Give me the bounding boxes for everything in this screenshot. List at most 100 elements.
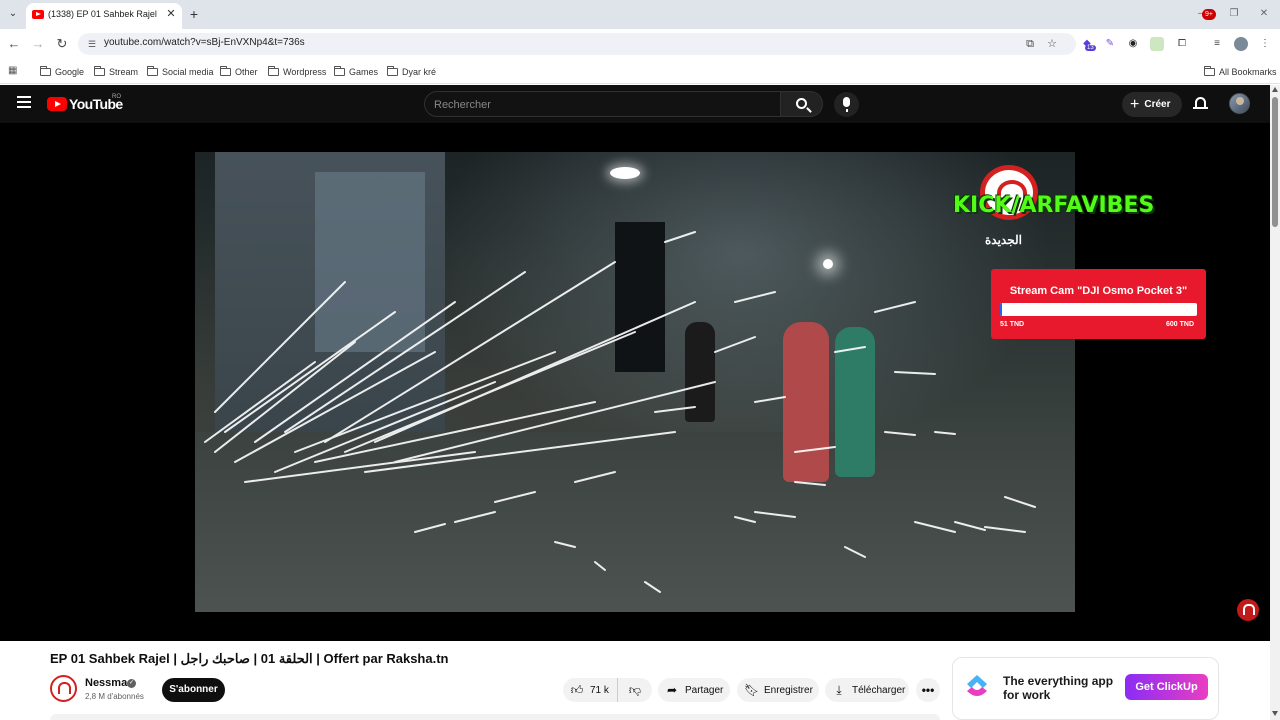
create-button[interactable]: + Créer	[1122, 92, 1182, 117]
scroll-thumb[interactable]	[1272, 97, 1278, 227]
back-arrow-icon[interactable]: ←	[6, 36, 22, 52]
channel-avatar[interactable]	[50, 675, 77, 702]
forward-arrow-icon[interactable]: →	[30, 36, 46, 52]
notification-badge: 9+	[1202, 9, 1216, 20]
verified-check-icon: ✓	[127, 679, 136, 688]
download-button[interactable]: ⤓ Télécharger	[825, 678, 909, 702]
share-label: Partager	[685, 684, 724, 696]
bookmark-label: Wordpress	[283, 66, 327, 77]
browser-toolbar: ← → ↻ ☰ youtube.com/watch?v=sBj-EnVXNp4&…	[0, 29, 1280, 59]
folder-icon	[387, 65, 398, 76]
dislike-button[interactable]: 👎︎	[618, 678, 652, 702]
tab-title: (1338) EP 01 Sahbek Rajel | صاحبك راجل	[48, 9, 160, 19]
bookmark-label: Social media	[162, 66, 214, 77]
download-icon: ⤓	[836, 682, 842, 697]
bookmark-label: Stream	[109, 66, 139, 77]
subscriber-count: 2,8 M d'abonnés	[85, 692, 144, 701]
save-label: Enregistrer	[764, 684, 813, 696]
restore-icon[interactable]: ❐	[1227, 7, 1241, 21]
kebab-menu-icon[interactable]: ⋮	[1258, 37, 1272, 51]
address-bar[interactable]: ☰ youtube.com/watch?v=sBj-EnVXNp4&t=736s…	[78, 33, 1076, 55]
video-frame[interactable]	[195, 152, 1075, 612]
logo-arabic-text: الجديدة	[985, 233, 1022, 247]
new-tab-plus-icon[interactable]: +	[186, 6, 202, 22]
bookmark-social-media[interactable]: Social media	[147, 64, 214, 79]
bookmark-other[interactable]: Other	[220, 64, 258, 79]
channel-name[interactable]: Nessma	[85, 677, 127, 689]
pen-extension-icon[interactable]: ✎	[1103, 37, 1117, 51]
youtube-play-icon	[47, 97, 67, 111]
circle-extension-icon[interactable]: ◉	[1126, 37, 1140, 51]
search-box[interactable]	[424, 91, 781, 117]
bookmark-label: All Bookmarks	[1219, 66, 1277, 77]
clickup-ad-card[interactable]: The everything app for work Get ClickUp	[952, 657, 1219, 720]
search-input[interactable]	[434, 97, 764, 112]
bookmark-label: Games	[349, 66, 379, 77]
bookmark-dyar-kre[interactable]: Dyar kré	[387, 64, 436, 79]
bookmark-icon: 🔖︎	[744, 683, 760, 697]
country-code: RO	[112, 94, 121, 100]
subscribe-button[interactable]: S'abonner	[162, 678, 225, 702]
ad-text: The everything app for work	[1003, 674, 1114, 702]
url-text[interactable]: youtube.com/watch?v=sBj-EnVXNp4&t=736s	[104, 37, 305, 48]
thumbs-up-icon: 👍︎	[570, 683, 584, 697]
microphone-icon	[843, 97, 850, 112]
share-button[interactable]: ➦ Partager	[658, 678, 730, 702]
notifications-bell-icon[interactable]	[1193, 95, 1209, 113]
thumbs-down-icon: 👎︎	[628, 683, 642, 697]
voice-search-button[interactable]	[834, 92, 859, 117]
site-info-tune-icon[interactable]: ☰	[86, 38, 98, 50]
apps-grid-icon[interactable]: ▦	[8, 65, 20, 77]
install-app-icon[interactable]: ⧉	[1023, 37, 1037, 51]
scroll-down-icon[interactable]	[1272, 711, 1278, 716]
window-close-icon[interactable]: ✕	[1257, 7, 1271, 21]
folder-icon	[334, 65, 345, 76]
donation-progress-bar	[1000, 303, 1197, 316]
bookmark-star-icon[interactable]: ☆	[1045, 37, 1059, 51]
folder-icon	[268, 65, 279, 76]
image-extension-icon[interactable]	[1150, 37, 1164, 51]
puzzle-extensions-icon[interactable]: ⧠	[1175, 37, 1189, 51]
folder-icon	[94, 65, 105, 76]
donation-progress-fill	[1000, 303, 1002, 316]
bookmark-games[interactable]: Games	[334, 64, 378, 79]
account-avatar[interactable]	[1229, 93, 1250, 114]
get-clickup-button[interactable]: Get ClickUp	[1125, 674, 1208, 700]
reload-icon[interactable]: ↻	[54, 36, 70, 52]
like-button[interactable]: 👍︎ 71 k	[563, 678, 618, 702]
bookmark-google[interactable]: Google	[40, 64, 84, 79]
donation-goal-widget: Stream Cam "DJI Osmo Pocket 3" 51 TND 60…	[991, 269, 1206, 339]
media-controls-icon[interactable]: ≡	[1210, 37, 1224, 51]
channel-watermark-icon[interactable]	[1237, 599, 1259, 621]
folder-icon	[40, 65, 51, 76]
folder-icon	[147, 65, 158, 76]
search-button[interactable]	[781, 91, 823, 117]
bookmark-stream[interactable]: Stream	[94, 64, 138, 79]
scroll-up-icon[interactable]	[1272, 87, 1278, 92]
video-title: EP 01 Sahbek Rajel | الحلقة 01 | صاحبك ر…	[50, 651, 449, 666]
video-scene-sparks	[204, 231, 1036, 593]
create-label: Créer	[1144, 99, 1171, 110]
profile-avatar-icon[interactable]	[1234, 37, 1248, 51]
download-label: Télécharger	[852, 684, 906, 696]
donation-current: 51 TND	[1000, 321, 1025, 328]
youtube-favicon-icon	[32, 10, 44, 19]
tab-search-chevron-icon[interactable]: ⌄	[4, 5, 22, 23]
page-scrollbar[interactable]	[1270, 85, 1280, 720]
like-dislike-group: 👍︎ 71 k 👎︎	[563, 678, 652, 702]
save-button[interactable]: 🔖︎ Enregistrer	[737, 678, 819, 702]
hamburger-menu-icon[interactable]	[17, 96, 31, 108]
all-bookmarks[interactable]: All Bookmarks	[1204, 64, 1277, 79]
clickup-logo-icon	[967, 675, 987, 696]
bookmarks-bar: ▦ Google Stream Social media Other Wordp…	[0, 59, 1280, 84]
plus-icon: +	[1130, 95, 1140, 113]
bookmark-label: Google	[55, 66, 85, 77]
bookmark-wordpress[interactable]: Wordpress	[268, 64, 326, 79]
tab-close-icon[interactable]: ✕	[164, 7, 178, 21]
more-actions-button[interactable]: •••	[916, 678, 940, 702]
active-tab[interactable]: (1338) EP 01 Sahbek Rajel | صاحبك راجل ✕	[26, 3, 182, 29]
search-icon	[796, 98, 807, 109]
extension-badge: 13	[1085, 45, 1096, 51]
share-arrow-icon: ➦	[666, 683, 678, 697]
youtube-header: YouTube RO +Créer	[0, 85, 1280, 123]
